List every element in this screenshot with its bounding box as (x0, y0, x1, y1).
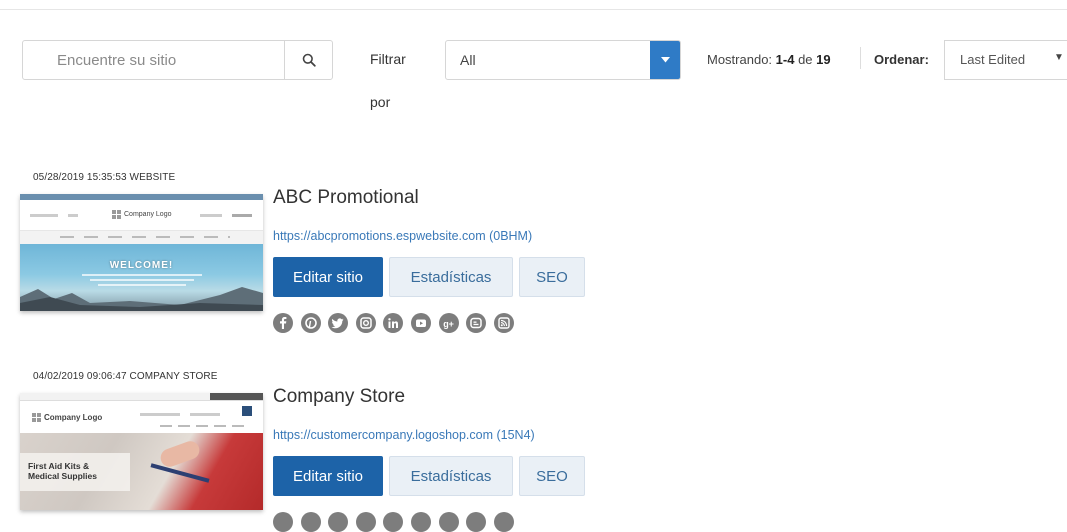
linkedin-icon[interactable] (383, 512, 404, 532)
thumb-header: Company Logo (20, 401, 263, 433)
search-button[interactable] (284, 41, 332, 79)
site-meta: 04/02/2019 09:06:47 COMPANY STORE (33, 371, 218, 382)
site-thumbnail[interactable]: Company Logo WELCOME! (20, 194, 263, 311)
edit-site-button[interactable]: Editar sitio (273, 456, 383, 496)
site-meta: 05/28/2019 15:35:53 WEBSITE (33, 172, 176, 183)
blogger-icon[interactable] (466, 512, 487, 532)
instagram-icon[interactable] (355, 512, 376, 532)
twitter-icon[interactable] (328, 313, 349, 333)
thumb-hero: WELCOME! (20, 244, 263, 311)
search-icon (302, 53, 316, 67)
results-range: 1-4 (775, 52, 795, 67)
results-count: Mostrando: 1-4 de 19 (707, 52, 831, 67)
twitter-icon[interactable] (328, 512, 349, 532)
site-title[interactable]: ABC Promotional (273, 187, 419, 209)
filter-dropdown-toggle[interactable] (650, 41, 680, 79)
social-links (273, 512, 514, 532)
rss-icon[interactable] (493, 313, 514, 333)
thumb-logo-text: Company Logo (124, 211, 172, 218)
thumb-nav (20, 230, 263, 245)
top-divider (0, 9, 1067, 10)
instagram-icon[interactable] (355, 313, 376, 333)
thumb-logo-text: Company Logo (44, 413, 103, 422)
filter-label-line1: Filtrar (370, 51, 406, 67)
linkedin-icon[interactable] (383, 313, 404, 333)
thumb-hero-text-line2: Medical Supplies (28, 471, 97, 481)
facebook-icon[interactable] (273, 313, 293, 333)
facebook-icon[interactable] (273, 512, 293, 532)
pinterest-icon[interactable] (300, 512, 321, 532)
rss-icon[interactable] (493, 512, 514, 532)
thumb-hero: First Aid Kits & Medical Supplies (20, 433, 263, 510)
pinterest-icon[interactable] (300, 313, 321, 333)
blogger-icon[interactable] (466, 313, 487, 333)
thumb-logo: Company Logo (32, 413, 102, 422)
caret-down-icon: ▼ (1054, 52, 1064, 63)
site-thumbnail[interactable]: Company Logo First Aid Kits & Medical Su… (20, 393, 263, 510)
filter-label-line2: por (370, 94, 391, 110)
sort-value: Last Edited (960, 52, 1026, 67)
youtube-icon[interactable] (410, 313, 431, 333)
filter-value: All (460, 52, 476, 68)
google-plus-icon[interactable] (438, 512, 459, 532)
thumb-hero-text: WELCOME! (109, 260, 174, 271)
social-links: g+ (273, 313, 514, 333)
results-prefix: Mostrando: (707, 52, 776, 67)
seo-button[interactable]: SEO (519, 257, 585, 297)
svg-text:g+: g+ (443, 319, 454, 329)
site-url-link[interactable]: https://abcpromotions.espwebsite.com (0B… (273, 229, 532, 243)
results-middle: de (794, 52, 817, 67)
seo-button[interactable]: SEO (519, 456, 585, 496)
thumb-header: Company Logo (20, 200, 263, 230)
thumb-hero-caption: First Aid Kits & Medical Supplies (20, 453, 130, 491)
thumb-logo: Company Logo (112, 210, 171, 219)
thumb-mountains (20, 287, 263, 311)
google-plus-icon[interactable]: g+ (438, 313, 459, 333)
sort-select[interactable]: Last Edited ▼ (944, 40, 1067, 80)
site-search (22, 40, 333, 80)
filter-select[interactable]: All (445, 40, 681, 80)
site-title[interactable]: Company Store (273, 386, 405, 408)
caret-down-icon (660, 57, 670, 63)
results-total: 19 (816, 52, 831, 67)
thumb-topbar-dark (210, 393, 263, 400)
header-divider (860, 47, 861, 69)
statistics-button[interactable]: Estadísticas (389, 257, 513, 297)
sort-label: Ordenar: (874, 52, 929, 67)
edit-site-button[interactable]: Editar sitio (273, 257, 383, 297)
search-input[interactable] (23, 41, 284, 79)
site-url-link[interactable]: https://customercompany.logoshop.com (15… (273, 428, 535, 442)
thumb-hero-text-line1: First Aid Kits & (28, 461, 90, 471)
statistics-button[interactable]: Estadísticas (389, 456, 513, 496)
youtube-icon[interactable] (410, 512, 431, 532)
